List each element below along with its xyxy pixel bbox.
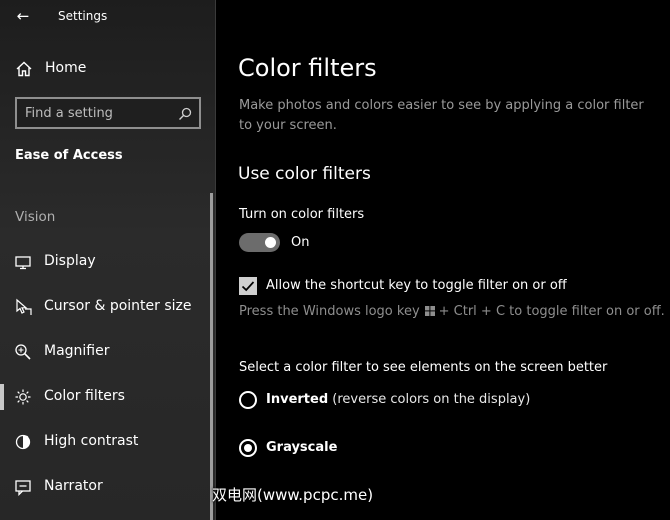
radio-inverted[interactable] [239,391,257,409]
shortcut-key-checkbox-label: Allow the shortcut key to toggle filter … [266,278,567,293]
filter-name: Grayscale [266,440,338,455]
page-description: Make photos and colors easier to see by … [239,98,644,133]
back-button[interactable]: ← [12,6,34,26]
toggle-knob [265,237,276,248]
sidebar: ← Settings Home Ease of Access Vision Di… [0,0,216,520]
magnifier-icon [14,343,32,361]
page-title: Color filters [238,54,377,82]
monitor-icon [14,253,32,271]
search-icon[interactable] [178,106,192,120]
sidebar-item-magnifier[interactable]: Magnifier [0,335,210,369]
sidebar-item-label: Narrator [44,478,103,494]
toggle-state-text: On [291,235,310,250]
content-pane: Color filters Make photos and colors eas… [216,0,670,520]
radio-grayscale-label: Grayscale [266,440,337,455]
radio-grayscale[interactable] [239,439,257,457]
sidebar-item-label: Color filters [44,388,125,404]
shortcut-hint: Press the Windows logo key + Ctrl + C to … [239,304,665,320]
home-icon [15,60,33,78]
section-heading: Use color filters [238,164,371,184]
sidebar-scrollbar[interactable] [210,193,213,520]
sidebar-item-label: Display [44,253,96,269]
group-label-vision: Vision [15,209,56,225]
filter-name: Inverted [266,392,329,407]
color-filters-toggle[interactable] [239,233,280,252]
sidebar-item-label: Magnifier [44,343,110,359]
filter-description: (reverse colors on the display) [332,392,531,407]
sidebar-item-high-contrast[interactable]: High contrast [0,425,210,459]
shortcut-key-checkbox[interactable] [239,277,257,295]
filter-select-label: Select a color filter to see elements on… [239,360,608,375]
shortcut-hint-after: + Ctrl + C to toggle filter on or off. [438,304,665,319]
sidebar-item-color-filters[interactable]: Color filters [0,380,210,414]
contrast-icon [14,433,32,451]
checkmark-icon [241,281,255,292]
windows-logo-icon [424,305,435,320]
sidebar-item-label: High contrast [44,433,139,449]
narrator-icon [14,478,32,497]
radio-inverted-label: Inverted (reverse colors on the display) [266,392,530,407]
cursor-icon [14,298,32,316]
app-title: Settings [58,9,108,23]
sidebar-item-label: Home [45,60,87,76]
toggle-label: Turn on color filters [239,207,365,222]
shortcut-hint-before: Press the Windows logo key [239,304,420,319]
title-bar: ← Settings [0,0,216,32]
search-input[interactable] [25,103,175,123]
watermark: 双电网(www.pcpc.me) [212,486,374,504]
section-title: Ease of Access [15,148,123,163]
sidebar-item-label: Cursor & pointer size [44,298,192,314]
sun-icon [14,388,32,406]
sidebar-item-home[interactable]: Home [0,56,216,82]
sidebar-item-display[interactable]: Display [0,245,210,279]
sidebar-item-narrator[interactable]: Narrator [0,470,210,504]
sidebar-item-cursor-pointer-size[interactable]: Cursor & pointer size [0,290,210,324]
search-box [15,97,201,129]
